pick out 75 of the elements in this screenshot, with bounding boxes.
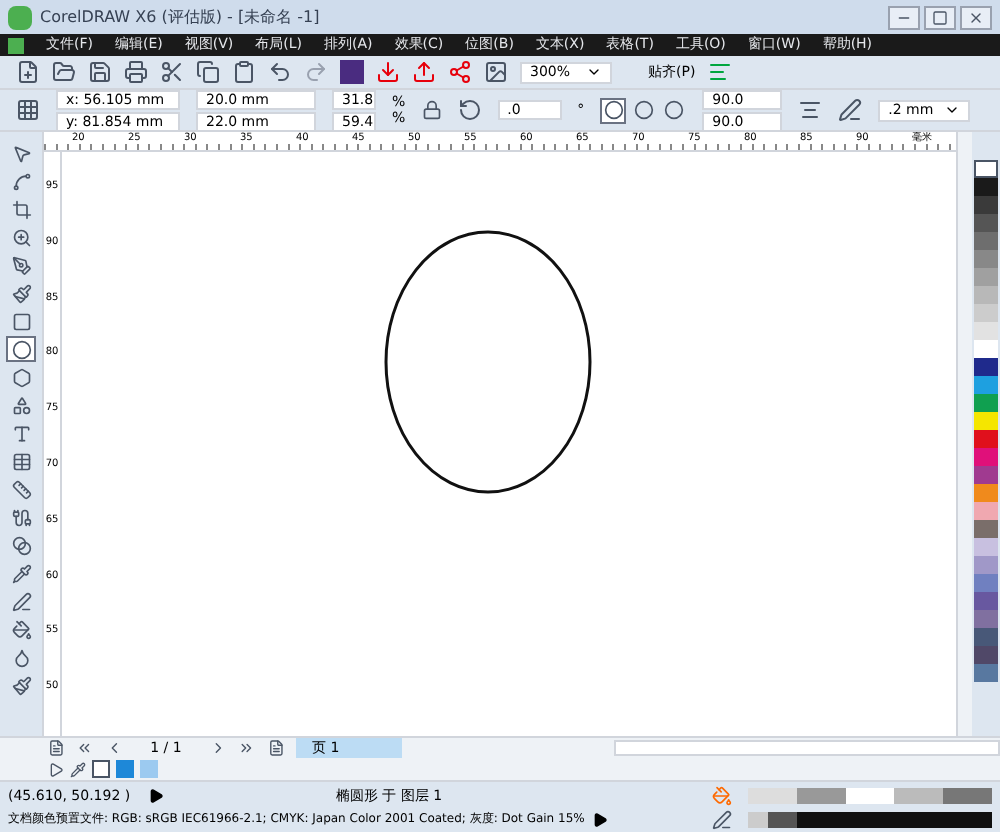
color-swatch[interactable] <box>974 286 998 304</box>
publish-icon[interactable] <box>448 60 472 84</box>
color-swatch[interactable] <box>974 358 998 376</box>
color-swatch[interactable] <box>974 628 998 646</box>
picture-icon[interactable] <box>484 60 508 84</box>
color-swatch[interactable] <box>974 484 998 502</box>
color-swatch[interactable] <box>974 664 998 682</box>
minimize-button[interactable] <box>888 5 920 29</box>
document-color-swatch[interactable] <box>116 760 134 778</box>
color-swatch[interactable] <box>974 556 998 574</box>
color-swatch[interactable] <box>974 610 998 628</box>
maximize-button[interactable] <box>924 5 956 29</box>
cut-icon[interactable] <box>160 60 184 84</box>
export-icon[interactable] <box>412 60 436 84</box>
document-icon <box>8 37 24 53</box>
new-file-icon[interactable] <box>16 60 40 84</box>
no-color-swatch[interactable] <box>974 160 998 178</box>
color-swatch[interactable] <box>974 430 998 448</box>
color-swatch[interactable] <box>974 232 998 250</box>
import-icon[interactable] <box>376 60 400 84</box>
color-swatch[interactable] <box>974 304 998 322</box>
options-icon[interactable] <box>707 60 732 84</box>
color-swatch[interactable] <box>974 340 998 358</box>
app-logo-icon <box>8 5 32 29</box>
color-swatch[interactable] <box>974 394 998 412</box>
ellipse-mode-button[interactable] <box>600 97 627 123</box>
save-icon[interactable] <box>88 60 112 84</box>
ellipse-shape[interactable] <box>384 230 592 494</box>
color-swatch[interactable] <box>974 250 998 268</box>
close-icon <box>968 9 984 25</box>
ellipse-mode-button[interactable] <box>660 97 687 123</box>
expand-icon[interactable] <box>148 788 164 804</box>
close-button[interactable] <box>960 5 992 29</box>
color-swatch[interactable] <box>974 574 998 592</box>
tool-button[interactable] <box>6 336 36 362</box>
color-swatch[interactable] <box>974 646 998 664</box>
position-grid-icon[interactable] <box>16 98 40 122</box>
color-swatch[interactable] <box>974 448 998 466</box>
rotate-icon[interactable] <box>457 98 482 122</box>
print-icon[interactable] <box>124 60 148 84</box>
color-swatch[interactable] <box>974 178 998 196</box>
no-color-swatch[interactable] <box>92 760 110 778</box>
last-page-icon[interactable] <box>238 738 256 758</box>
color-swatch[interactable] <box>974 466 998 484</box>
horizontal-scrollbar[interactable] <box>613 740 1000 756</box>
vertical-scrollbar[interactable] <box>956 132 972 736</box>
color-swatch[interactable] <box>974 412 998 430</box>
color-swatch[interactable] <box>974 322 998 340</box>
fill-icon <box>712 785 732 805</box>
color-swatch[interactable] <box>974 592 998 610</box>
outline-icon <box>712 809 732 829</box>
ellipse-mode-button[interactable] <box>630 97 657 123</box>
add-page-icon[interactable] <box>48 738 65 758</box>
open-folder-icon[interactable] <box>52 60 76 84</box>
expand-icon[interactable] <box>592 811 609 828</box>
color-swatch[interactable] <box>974 502 998 520</box>
paste-icon[interactable] <box>232 60 256 84</box>
window-title: CorelDRAW X6 (评估版) - [未命名 -1] <box>40 5 320 29</box>
undo-icon[interactable] <box>268 60 292 84</box>
outline-width-icon[interactable] <box>838 98 863 122</box>
eyedropper-icon[interactable] <box>70 761 86 777</box>
first-page-icon[interactable] <box>76 738 94 758</box>
maximize-icon <box>932 9 948 25</box>
wrap-text-icon[interactable] <box>798 98 823 122</box>
document-color-swatch[interactable] <box>140 760 158 778</box>
color-swatch[interactable] <box>974 520 998 538</box>
color-swatch[interactable] <box>974 538 998 556</box>
color-swatch[interactable] <box>974 268 998 286</box>
play-icon[interactable] <box>48 761 64 777</box>
color-swatch[interactable] <box>974 214 998 232</box>
color-swatch[interactable] <box>974 196 998 214</box>
add-page-icon[interactable] <box>267 738 284 758</box>
color-swatch[interactable] <box>974 376 998 394</box>
copy-icon[interactable] <box>196 60 220 84</box>
lock-icon[interactable] <box>421 100 442 120</box>
